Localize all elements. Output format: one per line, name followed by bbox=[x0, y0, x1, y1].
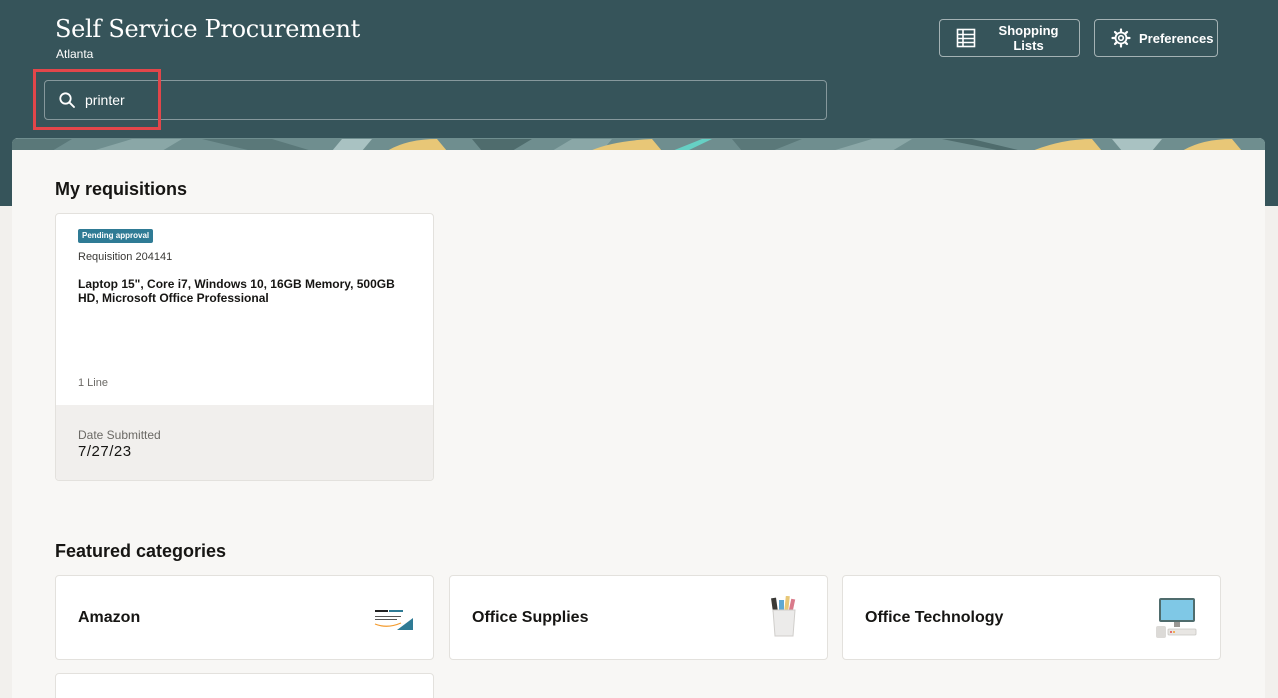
preferences-label: Preferences bbox=[1139, 30, 1214, 46]
amazon-business-logo bbox=[373, 608, 413, 635]
requisition-line-count: 1 Line bbox=[78, 377, 108, 389]
search-box[interactable] bbox=[44, 80, 827, 120]
shopping-lists-button[interactable]: Shopping Lists bbox=[939, 19, 1080, 57]
category-card-office-technology[interactable]: Office Technology bbox=[842, 575, 1221, 660]
category-label: Office Technology bbox=[865, 609, 1004, 626]
category-card-partial bbox=[55, 673, 434, 698]
gear-icon bbox=[1111, 28, 1131, 48]
date-submitted-label: Date Submitted bbox=[78, 428, 161, 442]
featured-categories-title: Featured categories bbox=[55, 541, 227, 561]
desktop-computer-icon bbox=[1156, 596, 1198, 645]
requisition-card[interactable]: Pending approval Requisition 204141 Lapt… bbox=[55, 213, 434, 481]
app-title: Self Service Procurement bbox=[55, 15, 360, 43]
pencil-cup-icon bbox=[769, 595, 799, 643]
list-table-icon bbox=[956, 28, 976, 48]
category-card-amazon[interactable]: Amazon bbox=[55, 575, 434, 660]
search-icon bbox=[58, 91, 76, 109]
date-submitted-value: 7/27/23 bbox=[78, 443, 132, 460]
shopping-lists-label: Shopping Lists bbox=[998, 23, 1059, 53]
status-badge: Pending approval bbox=[78, 229, 154, 243]
requisitions-section-title: My requisitions bbox=[55, 179, 188, 199]
category-label: Office Supplies bbox=[472, 609, 589, 626]
requisition-footer: Date Submitted 7/27/23 bbox=[56, 405, 433, 480]
location-label: Atlanta bbox=[56, 47, 94, 61]
decorative-banner bbox=[12, 138, 1265, 150]
search-input[interactable] bbox=[85, 92, 785, 108]
requisition-number: Requisition 204141 bbox=[78, 251, 173, 263]
category-label: Amazon bbox=[78, 609, 141, 626]
category-card-office-supplies[interactable]: Office Supplies bbox=[449, 575, 828, 660]
main-panel: My requisitions Pending approval Requisi… bbox=[12, 138, 1265, 698]
preferences-button[interactable]: Preferences bbox=[1094, 19, 1218, 57]
requisition-description: Laptop 15", Core i7, Windows 10, 16GB Me… bbox=[78, 277, 395, 305]
